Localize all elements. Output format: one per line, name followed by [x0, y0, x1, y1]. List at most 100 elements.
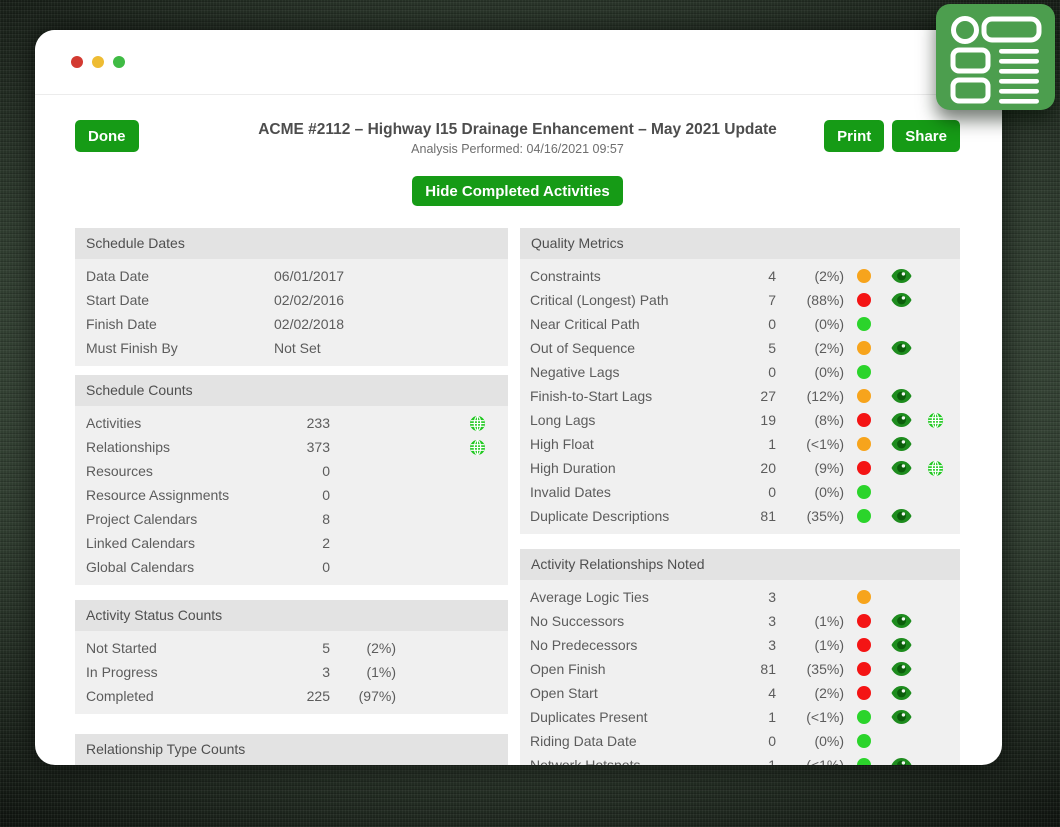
globe-icon[interactable] [928, 461, 943, 476]
row-label: No Successors [530, 613, 730, 629]
row-label: Must Finish By [86, 340, 274, 356]
table-row: Linked Calendars 2 [75, 531, 508, 555]
close-traffic-light-icon[interactable] [71, 56, 83, 68]
table-row: Start Date 02/02/2016 [75, 288, 508, 312]
panel-title: Schedule Dates [75, 228, 508, 259]
row-label: Global Calendars [86, 559, 266, 575]
panel-schedule-dates: Schedule Dates Data Date 06/01/2017 Star… [75, 228, 508, 366]
eye-icon[interactable] [891, 461, 912, 475]
table-row: High Duration 20 (9%) [520, 456, 960, 480]
panel-body: Constraints 4 (2%) [520, 259, 960, 534]
row-count: 20 [730, 460, 776, 476]
eye-icon[interactable] [891, 686, 912, 700]
row-percent: (1%) [776, 613, 844, 629]
status-dot [857, 389, 871, 403]
table-row: In Progress 3 (1%) [75, 660, 508, 684]
table-row: Critical (Longest) Path 7 (88%) [520, 288, 960, 312]
eye-icon[interactable] [891, 293, 912, 307]
minimize-traffic-light-icon[interactable] [92, 56, 104, 68]
zoom-traffic-light-icon[interactable] [113, 56, 125, 68]
table-row: Relationships 373 [75, 435, 508, 459]
eye-icon[interactable] [891, 614, 912, 628]
table-row: High Float 1 (<1%) [520, 432, 960, 456]
eye-icon[interactable] [891, 710, 912, 724]
table-row: Open Finish 81 (35%) [520, 657, 960, 681]
globe-icon[interactable] [470, 440, 485, 455]
row-label: Resources [86, 463, 266, 479]
status-dot [857, 413, 871, 427]
status-dot [857, 686, 871, 700]
eye-icon[interactable] [891, 758, 912, 765]
table-row: Out of Sequence 5 (2%) [520, 336, 960, 360]
row-label: High Float [530, 436, 730, 452]
eye-icon[interactable] [891, 638, 912, 652]
row-label: In Progress [86, 664, 266, 680]
print-button[interactable]: Print [824, 120, 884, 152]
table-row: Resources 0 [75, 459, 508, 483]
row-count: 0 [730, 484, 776, 500]
row-label: Constraints [530, 268, 730, 284]
row-percent: (0%) [776, 364, 844, 380]
row-label: Open Finish [530, 661, 730, 677]
panel-title: Activity Relationships Noted [520, 549, 960, 580]
row-percent: (8%) [776, 412, 844, 428]
row-percent: (1%) [776, 637, 844, 653]
eye-icon[interactable] [891, 437, 912, 451]
panel-body: Activities 233 [75, 406, 508, 585]
row-percent: (<1%) [776, 757, 844, 765]
row-count: 1 [730, 709, 776, 725]
table-row: Open Start 4 (2%) [520, 681, 960, 705]
row-value: Not Set [274, 340, 497, 356]
row-label: Duplicates Present [530, 709, 730, 725]
share-button[interactable]: Share [892, 120, 960, 152]
row-label: Linked Calendars [86, 535, 266, 551]
row-percent: (97%) [330, 688, 396, 704]
row-label: Resource Assignments [86, 487, 266, 503]
status-dot [857, 638, 871, 652]
table-row: Constraints 4 (2%) [520, 264, 960, 288]
row-percent: (0%) [776, 733, 844, 749]
table-row: Finish-to-Start Lags 27 (12%) [520, 384, 960, 408]
panel-activity-status-counts: Activity Status Counts Not Started 5 (2%… [75, 600, 508, 714]
status-dot [857, 614, 871, 628]
panel-schedule-counts: Schedule Counts Activities 233 [75, 375, 508, 585]
hide-completed-activities-button[interactable]: Hide Completed Activities [412, 176, 622, 206]
status-dot [857, 293, 871, 307]
row-label: Near Critical Path [530, 316, 730, 332]
row-label: Invalid Dates [530, 484, 730, 500]
eye-icon[interactable] [891, 341, 912, 355]
row-label: Project Calendars [86, 511, 266, 527]
row-label: Duplicate Descriptions [530, 508, 730, 524]
row-count: 1 [730, 436, 776, 452]
eye-icon[interactable] [891, 413, 912, 427]
row-label: High Duration [530, 460, 730, 476]
row-count: 3 [730, 613, 776, 629]
panel-title: Schedule Counts [75, 375, 508, 406]
eye-icon[interactable] [891, 269, 912, 283]
globe-icon[interactable] [928, 413, 943, 428]
row-count: 5 [266, 640, 330, 656]
row-count: 7 [730, 292, 776, 308]
eye-icon[interactable] [891, 662, 912, 676]
row-count: 1 [730, 757, 776, 765]
row-label: Finish Date [86, 316, 274, 332]
row-count: 2 [266, 535, 330, 551]
table-row: Negative Lags 0 (0%) [520, 360, 960, 384]
done-button[interactable]: Done [75, 120, 139, 152]
row-count: 225 [266, 688, 330, 704]
status-dot [857, 461, 871, 475]
eye-icon[interactable] [891, 509, 912, 523]
table-row: Data Date 06/01/2017 [75, 264, 508, 288]
row-count: 5 [730, 340, 776, 356]
row-percent: (35%) [776, 661, 844, 677]
status-dot [857, 662, 871, 676]
row-label: Critical (Longest) Path [530, 292, 730, 308]
eye-icon[interactable] [891, 389, 912, 403]
globe-icon[interactable] [470, 416, 485, 431]
row-count: 81 [730, 661, 776, 677]
row-label: Relationships [86, 439, 266, 455]
row-label: Open Start [530, 685, 730, 701]
table-row: Activities 233 [75, 411, 508, 435]
panel-title: Activity Status Counts [75, 600, 508, 631]
row-count: 0 [730, 364, 776, 380]
